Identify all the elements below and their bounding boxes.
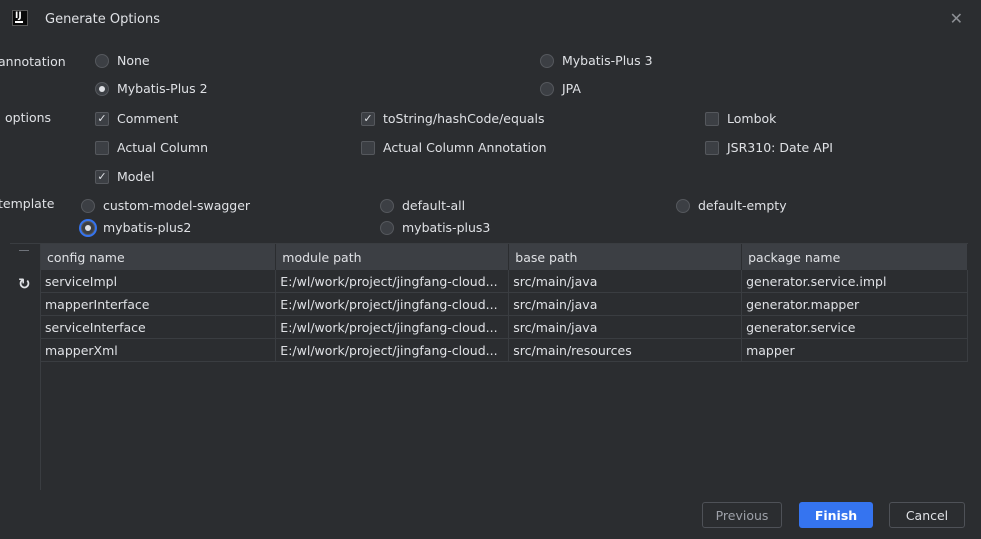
table-row[interactable]: serviceInterface E:/wl/work/project/jing… <box>41 315 968 339</box>
table-cell[interactable]: mapperXml <box>41 338 277 362</box>
template-custom-model-swagger-radio[interactable]: custom-model-swagger <box>81 198 250 213</box>
previous-button[interactable]: Previous <box>702 502 782 528</box>
title-bar: IJ Generate Options ✕ <box>0 0 981 38</box>
template-mybatis-plus2-radio[interactable]: mybatis-plus2 <box>81 220 191 235</box>
radio-label: mybatis-plus3 <box>402 220 491 235</box>
config-table: config name module path base path packag… <box>41 244 968 362</box>
template-label: template <box>0 196 55 211</box>
column-header-base-path[interactable]: base path <box>508 244 743 270</box>
checkbox-icon <box>95 140 109 155</box>
table-toolbar: ↻ <box>10 244 41 490</box>
table-row[interactable]: mapperInterface E:/wl/work/project/jingf… <box>41 292 968 316</box>
radio-label: Mybatis-Plus 2 <box>117 81 208 96</box>
table-cell[interactable]: E:/wl/work/project/jingfang-cloud... <box>275 338 510 362</box>
table-cell[interactable]: mapperInterface <box>41 292 277 316</box>
annotation-mybatis-plus-3-radio[interactable]: Mybatis-Plus 3 <box>540 53 653 68</box>
generate-options-dialog: IJ Generate Options ✕ annotation None My… <box>0 0 981 539</box>
option-lombok-checkbox[interactable]: Lombok <box>705 111 776 126</box>
table-cell[interactable]: generator.mapper <box>741 292 968 316</box>
table-cell[interactable]: serviceInterface <box>41 315 277 339</box>
remove-row-icon[interactable] <box>19 250 29 251</box>
table-cell[interactable]: src/main/resources <box>508 338 743 362</box>
radio-label: Mybatis-Plus 3 <box>562 53 653 68</box>
checkbox-icon <box>705 140 719 155</box>
radio-icon <box>380 198 394 213</box>
table-header-row: config name module path base path packag… <box>41 244 968 270</box>
annotation-label: annotation <box>0 54 66 69</box>
radio-label: None <box>117 53 150 68</box>
table-cell[interactable]: generator.service <box>741 315 968 339</box>
checkbox-label: Actual Column <box>117 140 209 155</box>
option-jsr310-checkbox[interactable]: JSR310: Date API <box>705 140 833 155</box>
checkbox-checked-icon: ✓ <box>95 111 109 126</box>
table-cell[interactable]: generator.service.impl <box>741 270 968 293</box>
radio-label: mybatis-plus2 <box>103 220 192 235</box>
table-cell[interactable]: src/main/java <box>508 270 743 293</box>
checkbox-checked-icon: ✓ <box>95 169 109 184</box>
annotation-jpa-radio[interactable]: JPA <box>540 81 581 96</box>
annotation-none-radio[interactable]: None <box>95 53 150 68</box>
radio-icon <box>540 81 554 96</box>
radio-selected-icon <box>81 220 95 235</box>
column-header-package-name[interactable]: package name <box>741 244 968 270</box>
option-tostring-checkbox[interactable]: ✓ toString/hashCode/equals <box>361 111 545 126</box>
table-cell[interactable]: E:/wl/work/project/jingfang-cloud... <box>275 292 510 316</box>
cancel-button[interactable]: Cancel <box>889 502 965 528</box>
config-table-panel: ↻ config name module path base path pack… <box>10 243 968 490</box>
refresh-icon[interactable]: ↻ <box>18 275 31 293</box>
radio-icon <box>540 53 554 68</box>
intellij-app-icon: IJ <box>12 10 28 26</box>
table-cell[interactable]: mapper <box>741 338 968 362</box>
radio-label: custom-model-swagger <box>103 198 251 213</box>
table-row[interactable]: mapperXml E:/wl/work/project/jingfang-cl… <box>41 338 968 362</box>
close-icon[interactable]: ✕ <box>950 9 963 28</box>
checkbox-label: Model <box>117 169 155 184</box>
table-cell[interactable]: E:/wl/work/project/jingfang-cloud... <box>275 315 510 339</box>
dialog-title: Generate Options <box>45 12 161 27</box>
column-header-config-name[interactable]: config name <box>41 244 277 270</box>
column-header-module-path[interactable]: module path <box>275 244 510 270</box>
checkbox-label: Lombok <box>727 111 777 126</box>
checkbox-icon <box>705 111 719 126</box>
radio-label: default-all <box>402 198 466 213</box>
table-cell[interactable]: serviceImpl <box>41 270 277 293</box>
option-comment-checkbox[interactable]: ✓ Comment <box>95 111 178 126</box>
template-default-all-radio[interactable]: default-all <box>380 198 465 213</box>
checkbox-label: JSR310: Date API <box>727 140 833 155</box>
option-actual-column-checkbox[interactable]: Actual Column <box>95 140 208 155</box>
table-cell[interactable]: E:/wl/work/project/jingfang-cloud... <box>275 270 510 293</box>
radio-label: JPA <box>562 81 581 96</box>
radio-label: default-empty <box>698 198 787 213</box>
checkbox-checked-icon: ✓ <box>361 111 375 126</box>
annotation-mybatis-plus-2-radio[interactable]: Mybatis-Plus 2 <box>95 81 208 96</box>
template-default-empty-radio[interactable]: default-empty <box>676 198 787 213</box>
checkbox-label: toString/hashCode/equals <box>383 111 545 126</box>
radio-icon <box>380 220 394 235</box>
radio-icon <box>95 53 109 68</box>
table-cell[interactable]: src/main/java <box>508 315 743 339</box>
radio-icon <box>81 198 95 213</box>
radio-selected-icon <box>95 81 109 96</box>
template-mybatis-plus3-radio[interactable]: mybatis-plus3 <box>380 220 490 235</box>
checkbox-label: Actual Column Annotation <box>383 140 547 155</box>
options-label: options <box>5 110 52 125</box>
checkbox-icon <box>361 140 375 155</box>
table-row[interactable]: serviceImpl E:/wl/work/project/jingfang-… <box>41 270 968 293</box>
radio-icon <box>676 198 690 213</box>
option-actual-column-annotation-checkbox[interactable]: Actual Column Annotation <box>361 140 547 155</box>
option-model-checkbox[interactable]: ✓ Model <box>95 169 155 184</box>
finish-button[interactable]: Finish <box>799 502 873 528</box>
table-cell[interactable]: src/main/java <box>508 292 743 316</box>
checkbox-label: Comment <box>117 111 179 126</box>
